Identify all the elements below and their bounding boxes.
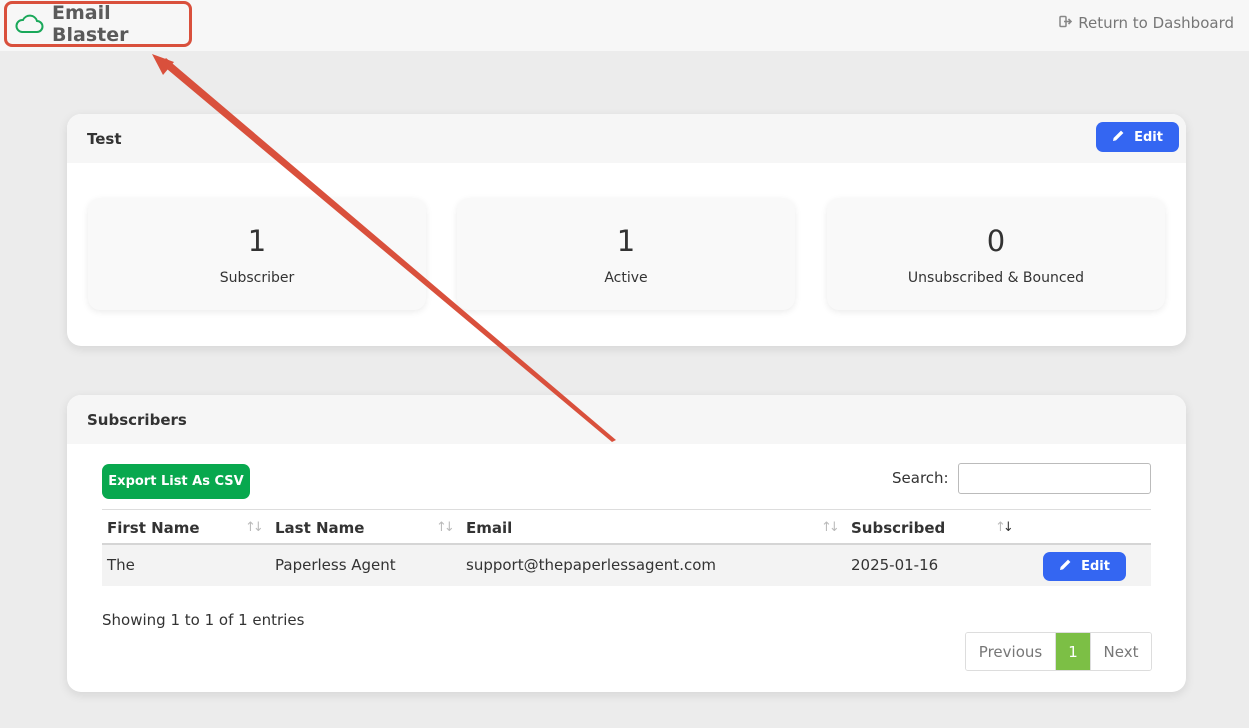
next-page-button[interactable]: Next (1090, 633, 1151, 670)
sort-desc-icon[interactable]: ↑↓ (995, 520, 1014, 535)
subscribers-card-header: Subscribers (67, 395, 1186, 444)
stat-active: 1 Active (457, 198, 795, 310)
stat-value: 1 (616, 224, 636, 258)
cloud-icon (14, 13, 44, 35)
column-email[interactable]: Email (466, 519, 512, 537)
return-to-dashboard-link[interactable]: Return to Dashboard (1059, 14, 1234, 32)
stat-label: Active (604, 270, 648, 286)
column-subscribed[interactable]: Subscribed (851, 519, 945, 537)
sign-out-icon (1059, 14, 1078, 32)
current-page-button[interactable]: 1 (1056, 633, 1090, 670)
sort-icon[interactable]: ↑↓ (821, 520, 840, 535)
return-link-label: Return to Dashboard (1078, 14, 1234, 32)
cell-last-name: Paperless Agent (275, 556, 396, 574)
stat-value: 1 (247, 224, 267, 258)
stat-subscriber: 1 Subscriber (88, 198, 426, 310)
pagination: Previous 1 Next (965, 632, 1152, 671)
search-label: Search: (892, 469, 949, 487)
search-input[interactable] (958, 463, 1151, 494)
stat-label: Subscriber (219, 270, 295, 286)
brand-name: Email Blaster (52, 2, 129, 46)
edit-subscriber-label: Edit (1081, 559, 1110, 574)
export-csv-button[interactable]: Export List As CSV (102, 464, 250, 499)
cell-subscribed: 2025-01-16 (851, 556, 939, 574)
column-last-name[interactable]: Last Name (275, 519, 364, 537)
stat-label: Unsubscribed & Bounced (907, 270, 1085, 286)
edit-list-label: Edit (1134, 129, 1163, 145)
brand-logo[interactable]: Email Blaster (4, 1, 192, 47)
sort-icon[interactable]: ↑↓ (245, 520, 264, 535)
subscribers-table: First Name ↑↓ Last Name ↑↓ Email ↑↓ Subs… (102, 509, 1151, 586)
list-summary-card: Test Edit 1 Subscriber 1 Active 0 Unsubs… (67, 114, 1186, 346)
subscribers-card: Subscribers Export List As CSV Search: F… (67, 395, 1186, 692)
sort-icon[interactable]: ↑↓ (436, 520, 455, 535)
previous-page-button[interactable]: Previous (966, 633, 1056, 670)
stat-value: 0 (986, 224, 1006, 258)
top-bar: Email Blaster Return to Dashboard (0, 0, 1249, 51)
table-row: The Paperless Agent support@thepaperless… (102, 545, 1151, 586)
list-card-header: Test Edit (67, 114, 1186, 163)
pencil-icon (1059, 558, 1081, 575)
cell-email: support@thepaperlessagent.com (466, 556, 716, 574)
cell-first-name: The (107, 556, 135, 574)
pencil-icon (1112, 129, 1134, 146)
table-info: Showing 1 to 1 of 1 entries (102, 611, 305, 629)
list-title: Test (87, 129, 122, 148)
subscribers-title: Subscribers (87, 410, 187, 429)
stat-unsubscribed-bounced: 0 Unsubscribed & Bounced (827, 198, 1165, 310)
table-header: First Name ↑↓ Last Name ↑↓ Email ↑↓ Subs… (102, 509, 1151, 545)
edit-subscriber-button[interactable]: Edit (1043, 552, 1126, 581)
edit-list-button[interactable]: Edit (1096, 122, 1179, 152)
column-first-name[interactable]: First Name (107, 519, 200, 537)
